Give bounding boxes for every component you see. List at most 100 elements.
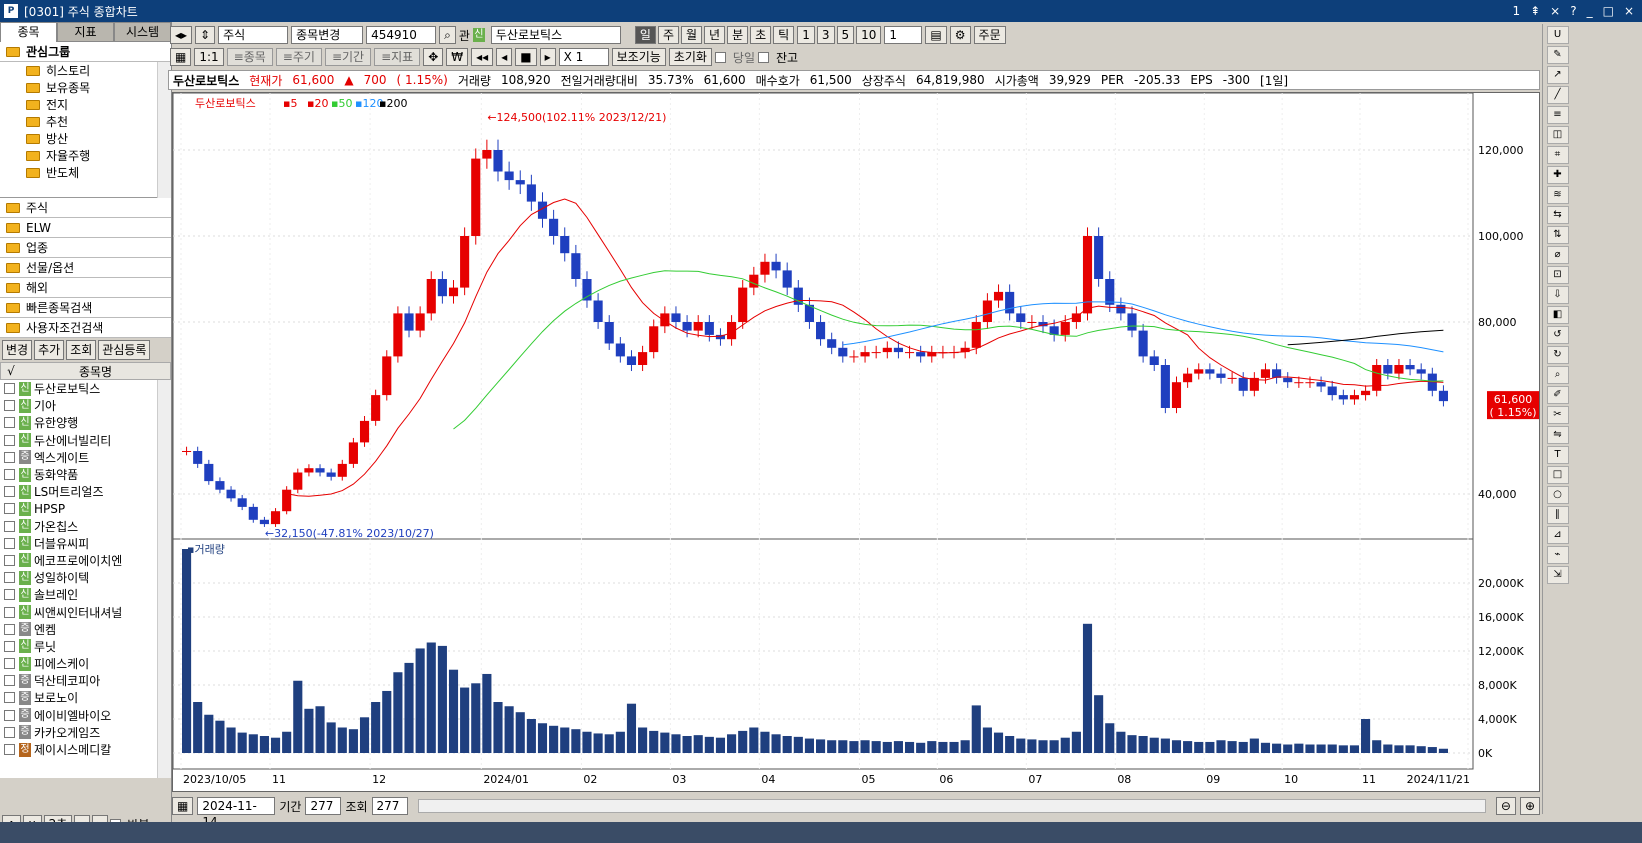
chart-svg[interactable]: 120,000 100,000 80,000 40,000 20,000K 16,000K… [172, 92, 1539, 791]
window-control-0[interactable]: 1 [1512, 4, 1520, 18]
period-button[interactable]: 년 [704, 26, 726, 44]
category-item[interactable]: 업종 [0, 238, 171, 258]
reset-button[interactable]: 초기화 [668, 48, 712, 66]
list-item[interactable]: 증 엑스게이트 [0, 449, 171, 466]
drawing-tool-icon-27[interactable]: ⇲ [1546, 566, 1569, 584]
item-checkbox[interactable] [4, 554, 15, 566]
mult-select[interactable]: X 1 [558, 48, 609, 66]
grid-icon[interactable]: ▦ [170, 48, 192, 66]
category-item[interactable]: 빠른종목검색 [0, 298, 171, 318]
tree-item[interactable]: 반도체 [0, 164, 171, 181]
drawing-tool-icon-19[interactable]: ✂ [1546, 406, 1569, 424]
tree-item[interactable]: 보유종목 [0, 79, 171, 96]
tree-item[interactable]: 추천 [0, 113, 171, 130]
tree-item[interactable]: 자율주행 [0, 147, 171, 164]
window-control-1[interactable]: ⇞ [1530, 4, 1540, 18]
drawing-tool-icon-8[interactable]: ≋ [1546, 186, 1569, 204]
list-item[interactable]: 증 보로노이 [0, 689, 171, 706]
item-checkbox[interactable] [4, 520, 15, 532]
drawing-tool-icon-7[interactable]: ✚ [1546, 166, 1569, 184]
code-input[interactable]: 454910 [366, 26, 437, 44]
list-item[interactable]: 증 덕산테코피아 [0, 672, 171, 689]
item-checkbox[interactable] [4, 451, 15, 463]
list-item[interactable]: 신 루닛 [0, 638, 171, 655]
drawing-tool-icon-18[interactable]: ✐ [1546, 386, 1569, 404]
view-input[interactable]: 277 [371, 797, 408, 815]
period-button[interactable]: 틱 [773, 26, 795, 44]
list-item[interactable]: 증 엔켐 [0, 621, 171, 638]
drawing-tool-icon-24[interactable]: ∥ [1546, 506, 1569, 524]
list-item[interactable]: 신 기아 [0, 397, 171, 414]
list-button[interactable]: 조회 [66, 340, 97, 360]
print-icon[interactable]: ▤ [925, 26, 947, 44]
drawing-tool-icon-21[interactable]: T [1546, 446, 1569, 464]
drawing-tool-icon-1[interactable]: ✎ [1546, 46, 1569, 64]
tree-item[interactable]: 히스토리 [0, 62, 171, 79]
won-icon[interactable]: ₩ [446, 48, 469, 66]
item-checkbox[interactable] [4, 692, 15, 704]
item-checkbox[interactable] [4, 417, 15, 429]
item-checkbox[interactable] [4, 537, 15, 549]
drawing-tool-icon-17[interactable]: ⌕ [1546, 366, 1569, 384]
list-item[interactable]: 신 씨앤씨인터내셔널 [0, 603, 171, 620]
drawing-tool-icon-4[interactable]: ≡ [1546, 106, 1569, 124]
list-item[interactable]: 증 에이비엘바이오 [0, 707, 171, 724]
aux-button[interactable]: 보조기능 [611, 48, 666, 66]
drawing-tool-icon-6[interactable]: ⌗ [1546, 146, 1569, 164]
first-icon[interactable]: ◂◂ [471, 48, 494, 66]
drawing-tool-icon-14[interactable]: ◧ [1546, 306, 1569, 324]
list-item[interactable]: 신 성일하이텍 [0, 569, 171, 586]
watch-group-header[interactable]: 관심그룹 [0, 42, 171, 62]
period-button[interactable]: 초 [750, 26, 772, 44]
stock-name-field[interactable]: 두산로보틱스 [490, 26, 621, 44]
horizontal-scrollbar[interactable] [417, 799, 1486, 813]
category-item[interactable]: 주식 [0, 198, 171, 218]
category-item[interactable]: ELW [0, 218, 171, 238]
num-button[interactable]: 5 [836, 26, 855, 44]
list-item[interactable]: 신 LS머트리얼즈 [0, 483, 171, 500]
list-item[interactable]: 정 제이시스메디칼 [0, 741, 171, 758]
row2-button[interactable]: ≡종목 [226, 48, 273, 66]
drawing-tool-icon-23[interactable]: ○ [1546, 486, 1569, 504]
list-item[interactable]: 신 유한양행 [0, 414, 171, 431]
play-icon[interactable]: ▸ [539, 48, 556, 66]
today-checkbox[interactable] [714, 51, 726, 63]
window-control-6[interactable]: × [1624, 4, 1634, 18]
calendar-icon[interactable]: ▦ [172, 797, 194, 815]
drawing-tool-icon-22[interactable]: □ [1546, 466, 1569, 484]
search-icon[interactable]: ⌕ [439, 26, 456, 44]
item-checkbox[interactable] [4, 640, 15, 652]
item-checkbox[interactable] [4, 572, 15, 584]
item-checkbox[interactable] [4, 726, 15, 738]
list-button[interactable]: 추가 [34, 340, 65, 360]
num-select[interactable]: 1 [884, 26, 923, 44]
category-item[interactable]: 사용자조건검색 [0, 318, 171, 338]
drawing-tool-icon-26[interactable]: ⌁ [1546, 546, 1569, 564]
drawing-tool-icon-5[interactable]: ◫ [1546, 126, 1569, 144]
left-tab-0[interactable]: 종목 [0, 22, 57, 42]
row2-button[interactable]: ≡지표 [374, 48, 421, 66]
category-item[interactable]: 선물/옵션 [0, 258, 171, 278]
tree-item[interactable]: 전지 [0, 96, 171, 113]
item-checkbox[interactable] [4, 675, 15, 687]
prev-icon[interactable]: ◂ [496, 48, 513, 66]
drawing-tool-icon-20[interactable]: ⇋ [1546, 426, 1569, 444]
list-item[interactable]: 신 두산에너빌리티 [0, 432, 171, 449]
num-button[interactable]: 3 [816, 26, 835, 44]
drawing-tool-icon-25[interactable]: ⊿ [1546, 526, 1569, 544]
item-checkbox[interactable] [4, 469, 15, 481]
chart-area[interactable]: 120,000 100,000 80,000 40,000 20,000K 16,000K… [172, 92, 1540, 792]
item-checkbox[interactable] [4, 623, 15, 635]
list-item[interactable]: 신 에코프로에이치엔 [0, 552, 171, 569]
left-tab-1[interactable]: 지표 [57, 22, 114, 42]
left-tab-2[interactable]: 시스템 [114, 22, 171, 42]
period-button[interactable]: 분 [727, 26, 749, 44]
stop-icon[interactable]: ■ [515, 48, 537, 66]
period-button[interactable]: 월 [680, 26, 703, 44]
zoom-in-icon[interactable]: ⊕ [1519, 797, 1540, 815]
list-item[interactable]: 증 카카오게임즈 [0, 724, 171, 741]
order-button[interactable]: 주문 [973, 26, 1006, 44]
window-control-2[interactable]: ⨯ [1550, 4, 1560, 18]
list-item[interactable]: 신 동화약품 [0, 466, 171, 483]
list-item[interactable]: 신 솔브레인 [0, 586, 171, 603]
